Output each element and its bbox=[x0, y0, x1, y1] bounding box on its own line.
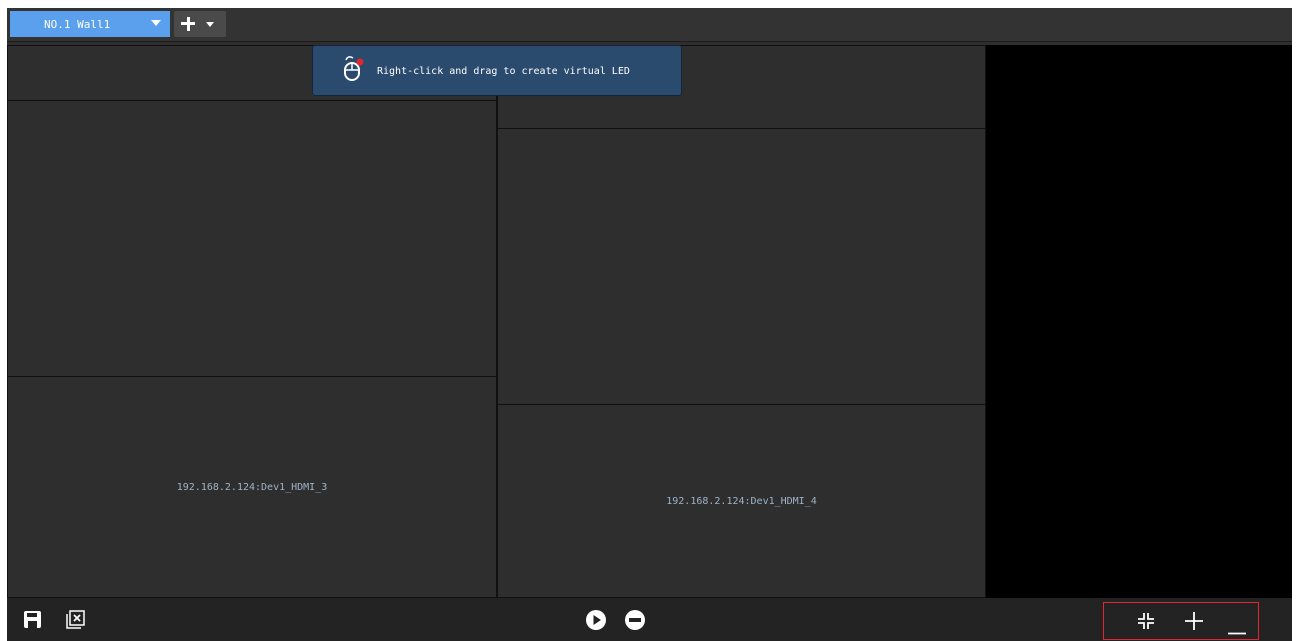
plus-icon-bar bbox=[186, 17, 190, 31]
zoom-out-icon[interactable] bbox=[1228, 620, 1246, 639]
add-wall-button[interactable] bbox=[174, 11, 226, 37]
window-label: 192.168.2.124:Dev1_HDMI_3 bbox=[176, 481, 328, 493]
mouse-icon bbox=[342, 54, 364, 85]
tab-bar: NO.1 Wall1 bbox=[7, 8, 1292, 42]
tab-wall1[interactable]: NO.1 Wall1 bbox=[10, 11, 170, 37]
tab-label: NO.1 Wall1 bbox=[44, 17, 111, 31]
window-hdmi-3[interactable]: 192.168.2.124:Dev1_HDMI_3 bbox=[7, 376, 497, 598]
close-window-icon[interactable] bbox=[66, 610, 86, 633]
video-wall-app: NO.1 Wall1 192.168.2.124:Dev1_HDMI_3 192… bbox=[7, 8, 1292, 641]
play-icon[interactable] bbox=[586, 610, 606, 634]
bottom-toolbar bbox=[7, 598, 1292, 641]
chevron-down-icon[interactable] bbox=[206, 22, 214, 27]
save-icon[interactable] bbox=[24, 611, 41, 632]
window-hdmi-4[interactable]: 192.168.2.124:Dev1_HDMI_4 bbox=[497, 404, 986, 598]
window-right-large[interactable] bbox=[497, 128, 986, 405]
wall-canvas[interactable]: 192.168.2.124:Dev1_HDMI_3 192.168.2.124:… bbox=[7, 45, 1292, 598]
chevron-down-icon[interactable] bbox=[151, 20, 161, 26]
stop-icon[interactable] bbox=[625, 610, 645, 634]
window-left-large[interactable] bbox=[7, 100, 497, 377]
fit-screen-icon[interactable] bbox=[1137, 612, 1155, 634]
tooltip-text: Right-click and drag to create virtual L… bbox=[377, 66, 630, 77]
hint-tooltip: Right-click and drag to create virtual L… bbox=[312, 45, 682, 96]
empty-wall-area[interactable] bbox=[986, 45, 1292, 598]
window-label: 192.168.2.124:Dev1_HDMI_4 bbox=[666, 495, 817, 507]
zoom-controls bbox=[1103, 602, 1259, 640]
zoom-in-icon[interactable] bbox=[1185, 612, 1203, 634]
